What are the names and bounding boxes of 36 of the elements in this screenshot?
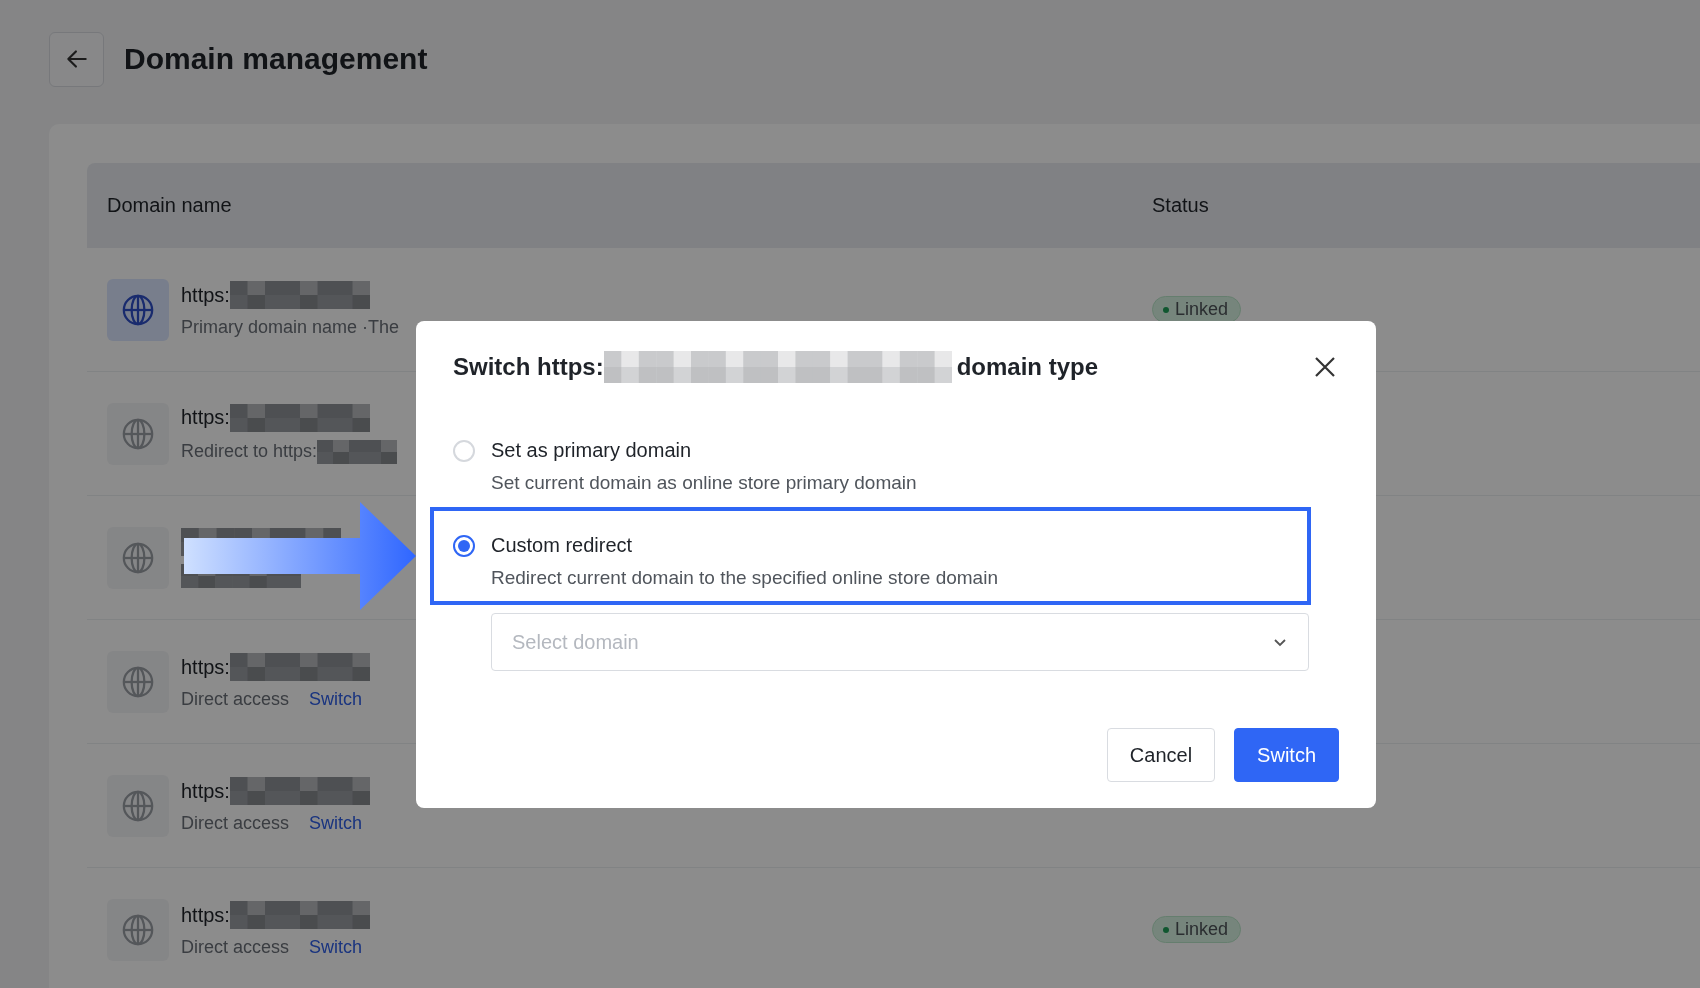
- domain-url: https:: [181, 406, 230, 429]
- globe-icon: [121, 788, 155, 823]
- domain-description: Direct access: [181, 813, 290, 834]
- column-header: Status: [1132, 163, 1700, 248]
- radio-button[interactable]: [453, 534, 475, 557]
- cancel-button[interactable]: Cancel: [1106, 728, 1216, 782]
- option-label: Set as primary domain: [491, 439, 693, 462]
- globe-icon: [121, 416, 155, 451]
- switch-link[interactable]: Switch: [309, 689, 363, 710]
- domain-select[interactable]: Select domain: [491, 613, 1309, 671]
- dialog-title: domain type: [956, 353, 1098, 381]
- domain-url: https:: [181, 903, 230, 927]
- dialog-title: Switch https:: [453, 353, 604, 381]
- domain-url: https:: [181, 779, 230, 803]
- status-badge: Linked: [1152, 916, 1242, 943]
- domain-description: Direct access: [181, 689, 290, 710]
- domain-description: Direct access: [181, 937, 290, 958]
- switch-link[interactable]: Switch: [309, 937, 363, 958]
- domain-description: Primary domain name ·The: [181, 317, 400, 338]
- globe-icon: [121, 664, 155, 699]
- status-badge: Linked: [1152, 296, 1242, 323]
- switch-button[interactable]: Switch: [1234, 728, 1339, 782]
- globe-icon: [121, 540, 155, 575]
- option-label: Custom redirect: [491, 534, 634, 557]
- close-icon: [1314, 356, 1336, 378]
- option-description: Set current domain as online store primary domain: [491, 472, 918, 494]
- column-header: Domain name: [87, 163, 1132, 248]
- option-description: Redirect current domain to the specified online store domain: [491, 567, 999, 589]
- page-title: Domain management: [124, 42, 428, 76]
- globe-icon: [121, 292, 155, 327]
- domain-url: https:: [181, 283, 230, 307]
- back-button[interactable]: [49, 31, 104, 87]
- globe-icon: [121, 912, 155, 947]
- domain-description: Redirect to https:: [181, 441, 318, 462]
- switch-link[interactable]: Switch: [309, 813, 363, 834]
- domain-url: https:: [181, 655, 230, 679]
